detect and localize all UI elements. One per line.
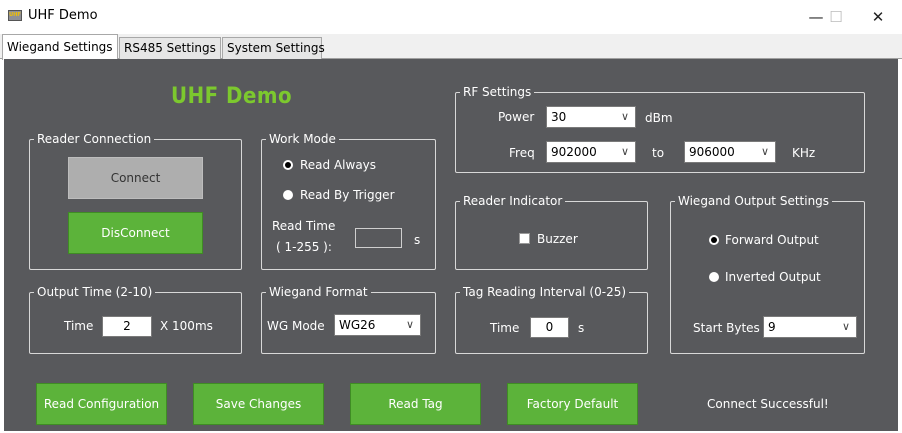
close-button[interactable]: ✕ [858, 4, 898, 30]
wg-mode-value: WG26 [339, 318, 376, 332]
tag-interval-label: Time [490, 321, 520, 335]
output-time-unit: X 100ms [160, 319, 213, 333]
maximize-button[interactable]: ☐ [816, 4, 856, 30]
freq-label: Freq [509, 146, 535, 160]
chevron-down-icon: ∨ [620, 110, 629, 123]
freq-to-label: to [652, 146, 665, 160]
group-title: Wiegand Output Settings [675, 193, 833, 209]
forward-output-label: Forward Output [725, 233, 819, 247]
buzzer-checkbox[interactable] [519, 233, 530, 244]
window-title: UHF Demo [28, 8, 98, 23]
connect-button[interactable]: Connect [68, 157, 203, 199]
wg-mode-label: WG Mode [267, 319, 325, 333]
app-icon: UHF [8, 10, 22, 21]
freq-from-select[interactable]: 902000 ∨ [546, 141, 636, 163]
factory-default-button[interactable]: Factory Default [507, 383, 638, 425]
tag-interval-unit: s [578, 321, 585, 335]
freq-to-value: 906000 [689, 145, 735, 159]
read-time-input[interactable] [355, 228, 402, 248]
tab-rs485-settings[interactable]: RS485 Settings [119, 37, 221, 59]
read-time-unit: s [414, 233, 421, 247]
group-title: Reader Connection [34, 131, 155, 147]
disconnect-button[interactable]: DisConnect [68, 212, 203, 254]
freq-unit: KHz [792, 146, 816, 160]
read-time-label: Read Time [272, 219, 336, 233]
output-time-input[interactable]: 2 [102, 316, 152, 337]
group-title: Work Mode [266, 131, 339, 147]
tab-system-settings[interactable]: System Settings [222, 37, 325, 59]
chevron-down-icon: ∨ [760, 145, 769, 158]
power-unit: dBm [645, 111, 673, 125]
start-bytes-value: 9 [768, 320, 776, 334]
tab-wiegand-settings[interactable]: Wiegand Settings [2, 34, 118, 60]
read-by-trigger-label: Read By Trigger [300, 188, 395, 202]
tag-interval-input[interactable]: 0 [530, 317, 569, 338]
forward-output-radio[interactable] [709, 235, 719, 245]
start-bytes-label: Start Bytes [693, 321, 760, 335]
power-value: 30 [551, 110, 567, 124]
output-time-label: Time [64, 319, 94, 333]
inverted-output-label: Inverted Output [725, 270, 821, 284]
read-always-label: Read Always [300, 158, 377, 172]
group-title: Tag Reading Interval (0-25) [460, 284, 630, 300]
save-changes-button[interactable]: Save Changes [193, 383, 324, 425]
group-title: Output Time (2-10) [34, 284, 156, 300]
freq-to-select[interactable]: 906000 ∨ [684, 141, 776, 163]
read-by-trigger-radio[interactable] [283, 190, 293, 200]
group-title: RF Settings [460, 84, 535, 100]
read-always-radio[interactable] [283, 160, 293, 170]
read-configuration-button[interactable]: Read Configuration [36, 383, 167, 425]
power-label: Power [498, 110, 535, 124]
tab-strip: Wiegand Settings RS485 Settings System S… [0, 34, 902, 60]
wg-mode-select[interactable]: WG26 ∨ [334, 314, 421, 336]
group-title: Reader Indicator [460, 193, 566, 209]
connection-status: Connect Successful! [707, 397, 829, 411]
read-time-range: ( 1-255 ): [276, 240, 332, 254]
start-bytes-select[interactable]: 9 ∨ [763, 316, 857, 338]
buzzer-label: Buzzer [537, 232, 578, 246]
chevron-down-icon: ∨ [405, 318, 414, 331]
chevron-down-icon: ∨ [841, 320, 850, 333]
freq-from-value: 902000 [551, 145, 597, 159]
chevron-down-icon: ∨ [620, 145, 629, 158]
app-heading: UHF Demo [171, 84, 293, 109]
power-select[interactable]: 30 ∨ [546, 106, 636, 128]
read-tag-button[interactable]: Read Tag [350, 383, 481, 425]
inverted-output-radio[interactable] [709, 272, 719, 282]
group-title: Wiegand Format [266, 284, 371, 300]
title-bar: UHF UHF Demo — ☐ ✕ [0, 0, 902, 34]
